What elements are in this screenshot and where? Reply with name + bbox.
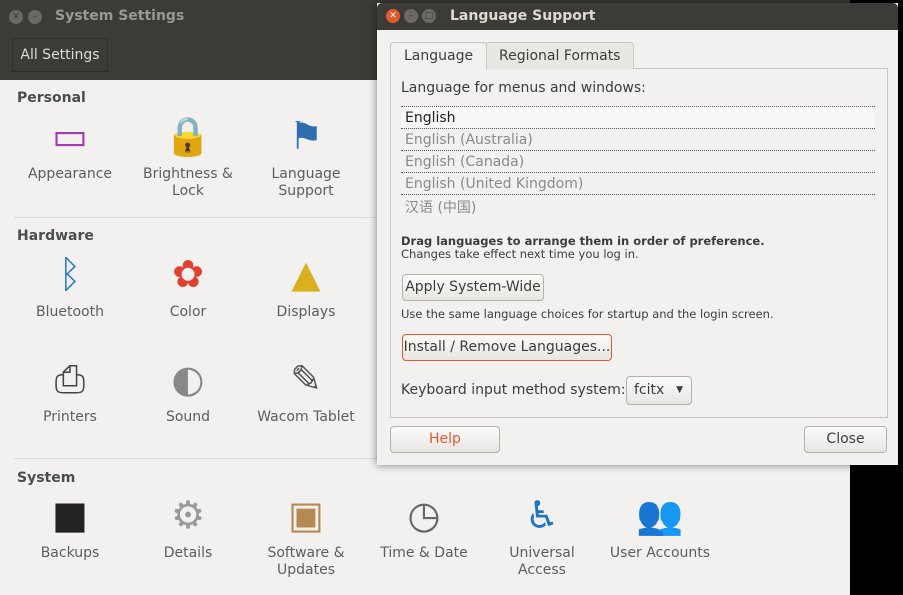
settings-item-label: Wacom Tablet (257, 409, 355, 425)
language-item[interactable]: 汉语 (中国) (401, 194, 875, 221)
displays-icon: ▲ (291, 251, 321, 296)
language-item[interactable]: English (Canada) (401, 150, 875, 172)
bluetooth-icon: ᛒ (58, 251, 82, 296)
settings-item-label: Backups (40, 545, 100, 561)
close-button[interactable]: Close (804, 426, 887, 453)
safe-icon: ■ (52, 492, 88, 537)
close-icon[interactable]: ✕ (9, 10, 23, 24)
printer-icon: ⎙ (54, 356, 86, 401)
settings-item-label: Sound (165, 409, 211, 425)
language-flag-icon: ⚑ (288, 113, 324, 158)
settings-item[interactable]: ◷ Time & Date (365, 491, 483, 562)
apply-system-wide-button[interactable]: Apply System-Wide (402, 274, 544, 301)
color-icon: ✿ (172, 251, 204, 296)
settings-item-label: Printers (43, 409, 97, 425)
dropdown-arrow-icon: ▼ (676, 385, 683, 395)
keyboard-label: Keyboard input method system: (401, 382, 626, 398)
help-button[interactable]: Help (390, 426, 500, 453)
all-settings-button[interactable]: All Settings (12, 38, 108, 72)
settings-item-label: Displays (276, 304, 336, 320)
keyboard-value: fcitx (634, 382, 665, 398)
language-item[interactable]: English (Australia) (401, 128, 875, 150)
settings-item[interactable]: 👥 User Accounts (601, 491, 719, 562)
section-hardware: Hardware (17, 228, 94, 244)
settings-item[interactable]: 🔒 Brightness & Lock (129, 112, 247, 200)
package-icon: ▣ (288, 492, 324, 537)
language-item[interactable]: English (United Kingdom) (401, 172, 875, 194)
window-title: System Settings (55, 8, 185, 24)
install-remove-languages-button[interactable]: Install / Remove Languages... (402, 334, 612, 361)
drag-hint: Drag languages to arrange them in order … (401, 234, 765, 248)
sound-icon: ◐ (171, 356, 205, 401)
lock-icon: 🔒 (164, 113, 212, 158)
settings-item[interactable]: ⎙ Printers (11, 355, 129, 426)
language-support-dialog: ✕ – □ Language Support Language Regional… (377, 3, 898, 465)
settings-item-label: User Accounts (609, 545, 711, 561)
section-personal: Personal (17, 90, 86, 106)
settings-item-label: Bluetooth (36, 304, 104, 320)
settings-item[interactable]: ⚑ Language Support (247, 112, 365, 200)
settings-item[interactable]: ■ Backups (11, 491, 129, 562)
settings-item[interactable]: ⚙ Details (129, 491, 247, 562)
settings-item-label: Software & Updates (267, 545, 345, 578)
changes-hint: Changes take effect next time you log in… (401, 247, 639, 261)
settings-item[interactable]: ▣ Software & Updates (247, 491, 365, 579)
settings-item[interactable]: ▭ Appearance (11, 112, 129, 183)
tab-regional-formats[interactable]: Regional Formats (485, 42, 635, 69)
list-label: Language for menus and windows: (401, 80, 646, 96)
settings-item[interactable]: ✿ Color (129, 250, 247, 321)
settings-item-label: Details (163, 545, 213, 561)
section-system: System (17, 470, 76, 486)
settings-item-label: Appearance (27, 166, 113, 182)
settings-item[interactable]: ◐ Sound (129, 355, 247, 426)
language-item[interactable]: English (401, 106, 875, 128)
settings-item[interactable]: ▲ Displays (247, 250, 365, 321)
accessibility-icon: ♿ (524, 492, 560, 537)
settings-item[interactable]: ♿ Universal Access (483, 491, 601, 579)
apply-hint: Use the same language choices for startu… (401, 307, 774, 321)
tablet-icon: ✎ (290, 356, 322, 401)
settings-item-label: Brightness & Lock (143, 166, 233, 199)
minimize-icon[interactable]: – (404, 9, 418, 23)
keyboard-input-select[interactable]: fcitx ▼ (626, 376, 692, 405)
appearance-icon: ▭ (52, 113, 88, 158)
settings-item-label: Color (169, 304, 207, 320)
clock-icon: ◷ (407, 492, 441, 537)
dialog-title: Language Support (450, 8, 596, 24)
users-icon: 👥 (636, 492, 684, 537)
tab-language[interactable]: Language (390, 42, 488, 70)
settings-item[interactable]: ✎ Wacom Tablet (247, 355, 365, 426)
title-bar: ✕ – □ Language Support (377, 3, 898, 30)
maximize-icon[interactable]: □ (422, 9, 436, 23)
settings-item-label: Language Support (271, 166, 341, 199)
minimize-icon[interactable]: – (28, 10, 42, 24)
settings-item-label: Universal Access (509, 545, 575, 578)
gear-icon: ⚙ (170, 492, 206, 537)
close-icon[interactable]: ✕ (386, 9, 400, 23)
settings-item-label: Time & Date (380, 545, 468, 561)
settings-item[interactable]: ᛒ Bluetooth (11, 250, 129, 321)
